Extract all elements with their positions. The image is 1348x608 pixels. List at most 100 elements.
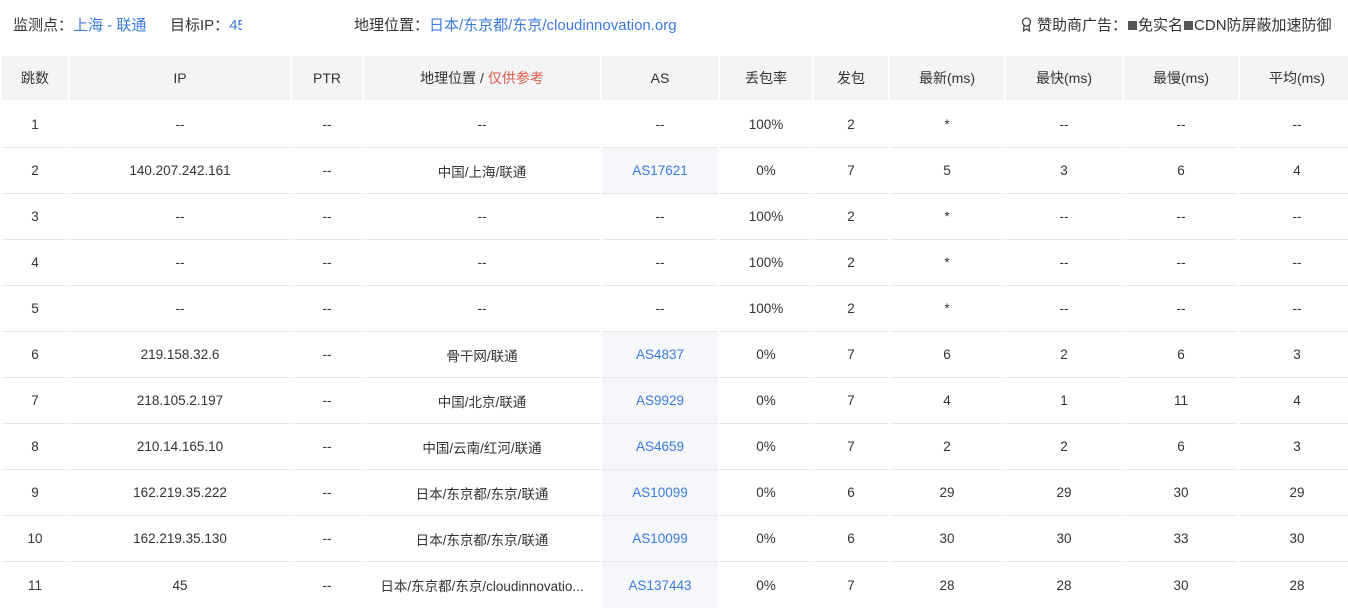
table-row: 1 -- -- -- -- 100% 2 * -- -- -- xyxy=(2,102,1348,148)
cell-sent: 7 xyxy=(814,148,888,194)
col-ip: IP xyxy=(70,56,290,102)
cell-as: -- xyxy=(602,102,718,148)
cell-worst: -- xyxy=(1124,194,1238,240)
cell-geo: -- xyxy=(364,194,600,240)
cell-ip: -- xyxy=(70,194,290,240)
cell-worst: 11 xyxy=(1124,378,1238,424)
cell-loss: 100% xyxy=(720,102,812,148)
cell-geo: -- xyxy=(364,102,600,148)
cell-ptr: -- xyxy=(292,102,362,148)
top-info-bar: 监测点：上海 - 联通 目标IP：45 地理位置：日本/东京都/东京/cloud… xyxy=(0,0,1348,52)
cell-ip: -- xyxy=(70,102,290,148)
table-row: 5 -- -- -- -- 100% 2 * -- -- -- xyxy=(2,286,1348,332)
cell-worst: 6 xyxy=(1124,148,1238,194)
cell-worst: -- xyxy=(1124,286,1238,332)
table-row: 7 218.105.2.197 -- 中国/北京/联通 AS9929 0% 7 4 1 11 4 xyxy=(2,378,1348,424)
as-link[interactable]: AS17621 xyxy=(632,163,688,178)
cell-ptr: -- xyxy=(292,194,362,240)
cell-last: 29 xyxy=(890,470,1004,516)
cell-last: 4 xyxy=(890,378,1004,424)
award-icon xyxy=(1020,17,1033,33)
target-ip-label: 目标IP： xyxy=(170,17,230,34)
cell-loss: 0% xyxy=(720,332,812,378)
cell-as: AS10099 xyxy=(602,516,718,562)
col-as: AS xyxy=(602,56,718,102)
cell-ip: 162.219.35.130 xyxy=(70,516,290,562)
table-row: 6 219.158.32.6 -- 骨干网/联通 AS4837 0% 7 6 2 6 3 xyxy=(2,332,1348,378)
cell-sent: 2 xyxy=(814,286,888,332)
cell-avg: -- xyxy=(1240,240,1348,286)
as-link[interactable]: AS4837 xyxy=(636,347,684,362)
cell-best: -- xyxy=(1006,240,1122,286)
ad-square-icon xyxy=(1128,21,1138,30)
sponsor-ad-2[interactable]: CDN防屏蔽加速防御 xyxy=(1194,17,1332,34)
cell-last: 6 xyxy=(890,332,1004,378)
table-row: 10 162.219.35.130 -- 日本/东京都/东京/联通 AS10099 0% 6… xyxy=(2,516,1348,562)
cell-ip: -- xyxy=(70,286,290,332)
cell-best: 28 xyxy=(1056,577,1072,593)
cell-loss: 100% xyxy=(720,286,812,332)
traceroute-table: 跳数 IP PTR 地理位置 / 仅供参考 AS 丢包率 发包 最新(ms) 最… xyxy=(0,56,1348,608)
geo-location: 地理位置：日本/东京都/东京/cloudinnovation.org xyxy=(354,16,677,36)
geo-value-link[interactable]: 日本/东京都/东京/cloudinnovation.org xyxy=(429,17,677,34)
table-row: 4 -- -- -- -- 100% 2 * -- -- -- xyxy=(2,240,1348,286)
cell-geo: 中国/北京/联通 xyxy=(364,378,600,424)
cell-geo: 中国/上海/联通 xyxy=(364,148,600,194)
cell-loss: 0% xyxy=(720,378,812,424)
cell-loss: 0% xyxy=(756,577,776,593)
cell-avg: -- xyxy=(1240,286,1348,332)
cell-ip: 45 xyxy=(172,577,188,593)
cell-ptr: -- xyxy=(292,378,362,424)
cell-hop: 11 xyxy=(27,577,42,593)
cell-geo: 日本/东京都/东京/联通 xyxy=(364,516,600,562)
as-link[interactable]: AS10099 xyxy=(632,531,688,546)
cell-as: AS4837 xyxy=(602,332,718,378)
cell-last: * xyxy=(890,102,1004,148)
cell-hop: 10 xyxy=(2,516,68,562)
cell-sent: 7 xyxy=(847,577,855,593)
as-link[interactable]: AS9929 xyxy=(636,393,684,408)
cell-ptr: -- xyxy=(292,148,362,194)
cell-loss: 0% xyxy=(720,516,812,562)
as-link[interactable]: AS137443 xyxy=(628,578,691,593)
as-link[interactable]: AS4659 xyxy=(636,439,684,454)
cell-worst: 30 xyxy=(1173,577,1189,593)
cell-loss: 0% xyxy=(720,424,812,470)
cell-last: * xyxy=(890,194,1004,240)
cell-ptr: -- xyxy=(292,332,362,378)
cell-sent: 7 xyxy=(814,424,888,470)
cell-last: * xyxy=(890,286,1004,332)
cell-geo: 日本/东京都/东京/联通 xyxy=(364,470,600,516)
cell-best: -- xyxy=(1006,286,1122,332)
cell-ptr: -- xyxy=(292,516,362,562)
cell-worst: -- xyxy=(1124,240,1238,286)
cell-sent: 2 xyxy=(814,194,888,240)
col-avg: 平均(ms) xyxy=(1240,56,1348,102)
cell-worst: 33 xyxy=(1124,516,1238,562)
cell-avg: -- xyxy=(1240,102,1348,148)
as-link[interactable]: AS10099 xyxy=(632,485,688,500)
sponsor-ad-1[interactable]: 免实名 xyxy=(1138,17,1183,34)
col-geo: 地理位置 / 仅供参考 xyxy=(364,56,600,102)
col-worst: 最慢(ms) xyxy=(1124,56,1238,102)
cell-avg: 4 xyxy=(1240,148,1348,194)
cell-sent: 7 xyxy=(814,378,888,424)
cell-hop: 8 xyxy=(2,424,68,470)
cell-sent: 6 xyxy=(814,470,888,516)
table-row: 3 -- -- -- -- 100% 2 * -- -- -- xyxy=(2,194,1348,240)
cell-last: 5 xyxy=(890,148,1004,194)
cell-ip: 210.14.165.10 xyxy=(70,424,290,470)
col-last: 最新(ms) xyxy=(890,56,1004,102)
cell-hop: 4 xyxy=(2,240,68,286)
cell-as: AS4659 xyxy=(602,424,718,470)
cell-ip: 162.219.35.222 xyxy=(70,470,290,516)
cell-geo: 中国/云南/红河/联通 xyxy=(364,424,600,470)
cell-sent: 2 xyxy=(814,102,888,148)
cell-ptr: -- xyxy=(292,424,362,470)
cell-loss: 0% xyxy=(720,148,812,194)
cell-best: 30 xyxy=(1006,516,1122,562)
col-geo-reference-note: 仅供参考 xyxy=(487,70,544,86)
monitor-value-link[interactable]: 上海 - 联通 xyxy=(73,17,146,34)
cell-best: 1 xyxy=(1006,378,1122,424)
cell-loss: 100% xyxy=(720,240,812,286)
